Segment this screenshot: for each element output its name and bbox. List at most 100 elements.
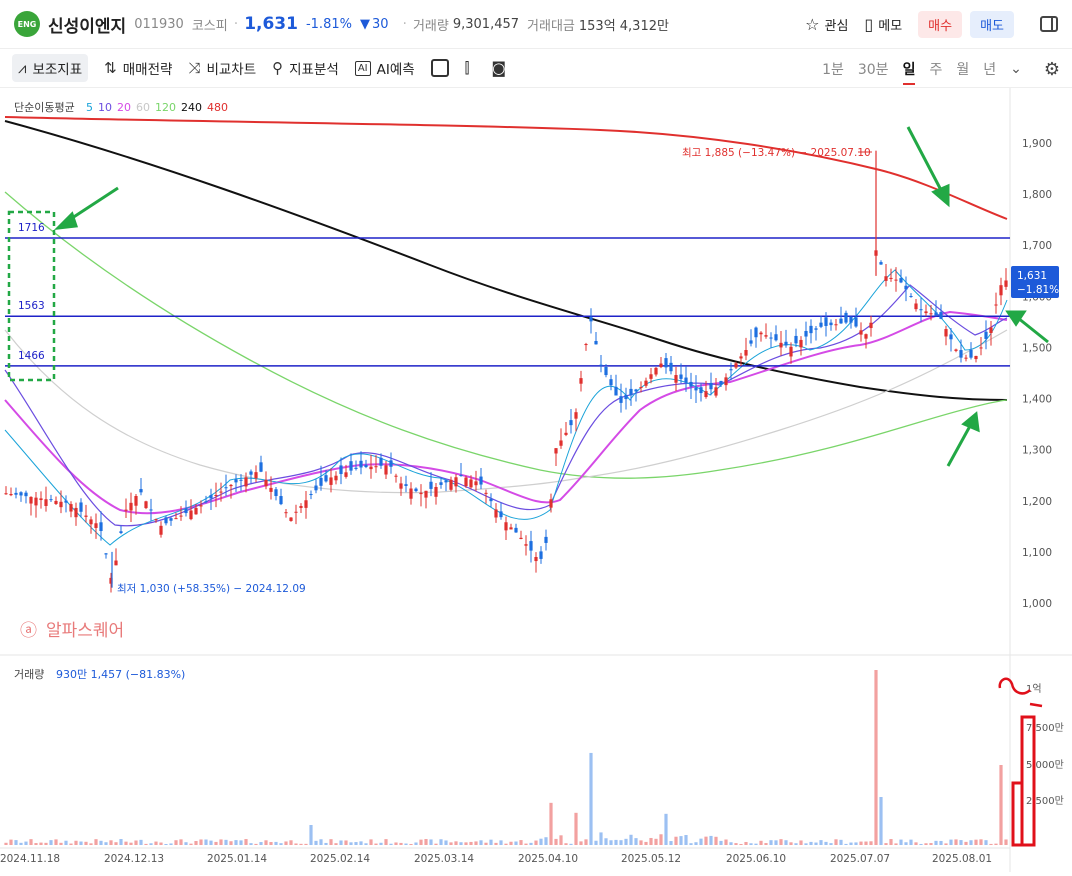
candle-body bbox=[949, 334, 953, 340]
volume-bar bbox=[359, 841, 363, 845]
screenshot-button[interactable]: ◙ bbox=[491, 59, 512, 77]
indicator-button[interactable]: ⩘ 보조지표 bbox=[12, 54, 89, 82]
level-label: 1466 bbox=[18, 350, 45, 362]
amount-value: 153억 4,312만 bbox=[578, 18, 669, 34]
period-30min[interactable]: 30분 bbox=[858, 59, 889, 79]
volume-bar bbox=[564, 843, 568, 845]
memo-button[interactable]: ▯ 메모 bbox=[864, 15, 902, 34]
candle-body bbox=[669, 362, 673, 372]
side-panel-icon[interactable] bbox=[1040, 16, 1058, 32]
candle-type-button[interactable]: ⫿ bbox=[465, 59, 476, 77]
candle-body bbox=[169, 518, 173, 521]
analysis-button[interactable]: ⚲ 지표분석 bbox=[272, 58, 339, 78]
volume-bar bbox=[604, 838, 608, 845]
candle-body bbox=[799, 339, 803, 348]
period-month[interactable]: 월 bbox=[956, 59, 969, 79]
gear-icon[interactable]: ⚙ bbox=[1044, 59, 1060, 80]
volume-bar bbox=[184, 842, 188, 845]
watch-button[interactable]: ☆ 관심 bbox=[805, 15, 848, 34]
volume-bar bbox=[54, 839, 58, 845]
star-icon: ☆ bbox=[805, 14, 820, 34]
volume-bar bbox=[704, 836, 708, 845]
period-year[interactable]: 년 bbox=[983, 59, 996, 79]
volume-bar bbox=[809, 841, 813, 845]
candle-body bbox=[899, 278, 903, 283]
volume-bar bbox=[924, 843, 928, 845]
candle-body bbox=[794, 335, 798, 344]
volume-bar bbox=[439, 839, 443, 845]
candle-body bbox=[389, 460, 393, 467]
volume-bar bbox=[464, 842, 468, 845]
volume-bar bbox=[34, 843, 38, 845]
candle-body bbox=[524, 544, 528, 546]
amount-label: 거래대금 bbox=[527, 18, 575, 34]
volume-bar bbox=[514, 841, 518, 845]
strategy-button[interactable]: ⇅ 매매전략 bbox=[104, 58, 172, 78]
watermark: 알파스퀘어 bbox=[46, 621, 124, 641]
volume-bar bbox=[109, 840, 113, 845]
candle-body bbox=[159, 525, 163, 535]
candle-body bbox=[769, 337, 773, 339]
sell-button[interactable]: 매도 bbox=[970, 10, 1014, 38]
candle-body bbox=[344, 472, 348, 477]
candle-body bbox=[564, 432, 568, 435]
volume-bar bbox=[354, 842, 358, 845]
buy-button[interactable]: 매수 bbox=[918, 10, 963, 38]
volume-bar bbox=[209, 840, 213, 845]
change-percent: -1.81% bbox=[305, 16, 352, 32]
y-tick-label: 1,700 bbox=[1022, 240, 1052, 252]
period-1min[interactable]: 1분 bbox=[822, 59, 844, 79]
candle-body bbox=[64, 500, 68, 503]
candle-body bbox=[234, 479, 238, 483]
candle-body bbox=[714, 387, 718, 396]
checkbox-icon[interactable] bbox=[430, 59, 449, 77]
ma-legend-60: 60 bbox=[136, 101, 150, 114]
volume-bar bbox=[944, 843, 948, 845]
volume-bar bbox=[194, 840, 198, 845]
volume-bar bbox=[984, 840, 988, 845]
volume-bar bbox=[174, 840, 178, 845]
candle-body bbox=[844, 312, 848, 323]
compare-button[interactable]: ⤨ 비교차트 bbox=[188, 58, 256, 78]
candle-body bbox=[804, 330, 808, 337]
price-chart[interactable]: 단순이동평균 5 10 20 60 120 240 480 1,900 1,800 1,700 1… bbox=[0, 88, 1072, 872]
candle-body bbox=[459, 475, 463, 477]
volume-bar bbox=[569, 843, 573, 845]
analysis-icon: ⚲ bbox=[272, 59, 284, 77]
candle-body bbox=[154, 519, 158, 521]
candle-body bbox=[789, 346, 793, 357]
candle-body bbox=[724, 377, 728, 386]
candle-body bbox=[499, 511, 503, 518]
volume-bar bbox=[389, 843, 393, 845]
ai-predict-button[interactable]: AI AI예측 bbox=[354, 58, 415, 78]
period-week[interactable]: 주 bbox=[929, 59, 942, 79]
chart-area[interactable]: 단순이동평균 5 10 20 60 120 240 480 1,900 1,800 1,700 1… bbox=[0, 88, 1072, 872]
volume-bar bbox=[789, 842, 793, 845]
volume-bar bbox=[839, 839, 843, 845]
volume-bar bbox=[64, 840, 68, 845]
candle-body bbox=[959, 350, 963, 358]
candle-body bbox=[464, 477, 468, 487]
candle-body bbox=[49, 499, 53, 501]
period-day[interactable]: 일 bbox=[902, 53, 916, 85]
volume-bar bbox=[264, 840, 268, 845]
volume-bar bbox=[749, 843, 753, 845]
volume-bar bbox=[674, 836, 678, 845]
volume-bar bbox=[914, 842, 918, 845]
candle-body bbox=[929, 313, 933, 315]
candle-body bbox=[954, 349, 958, 351]
volume-bar bbox=[169, 843, 173, 845]
volume-bar bbox=[494, 842, 498, 845]
chevron-down-icon[interactable]: ⌄ bbox=[1010, 61, 1022, 77]
handdrawn-box-small bbox=[1011, 781, 1024, 847]
candle-body bbox=[984, 331, 988, 339]
volume-bar bbox=[314, 840, 318, 845]
volume-bar bbox=[89, 843, 93, 845]
volume-bar bbox=[294, 843, 298, 845]
volume-bar bbox=[529, 842, 533, 845]
volume-bar bbox=[794, 843, 798, 845]
volume-bar bbox=[634, 838, 638, 845]
handdrawn-box-large bbox=[1020, 715, 1036, 847]
volume-bar bbox=[869, 841, 873, 845]
company-logo: ENG bbox=[14, 11, 40, 37]
